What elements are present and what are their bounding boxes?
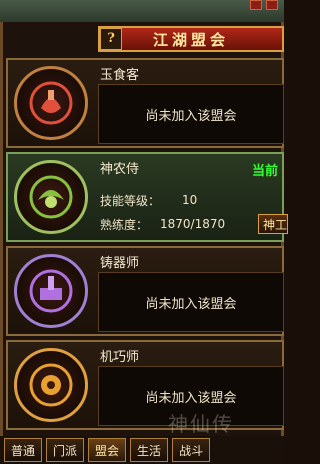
skill-button[interactable]: 神工 xyxy=(258,214,288,234)
skill-level-row: 技能等级： 10 xyxy=(100,188,225,212)
top-strip xyxy=(0,0,284,22)
current-guild-badge: 当前 xyxy=(251,164,278,179)
tab-normal[interactable]: 普通 xyxy=(4,438,43,462)
guild-card-zhuqishi[interactable]: 铸器师 尚未加入该盟会 xyxy=(6,246,284,336)
window-title: 江湖盟会 xyxy=(152,30,229,49)
guild-status: 尚未加入该盟会 xyxy=(145,296,237,312)
guild-status-box: 尚未加入该盟会 xyxy=(98,84,284,144)
chat-tabs: 普通 门派 盟会 生活 战斗 xyxy=(0,436,284,464)
tab-sect[interactable]: 门派 xyxy=(46,438,85,462)
forge-emblem-icon xyxy=(14,254,88,328)
watermark: 神仙传 xyxy=(168,412,234,436)
proficiency-row: 熟练度： 1870/1870 xyxy=(100,212,225,236)
help-button[interactable]: ? xyxy=(100,28,122,50)
guild-card-jiqiaoshi[interactable]: 机巧师 尚未加入该盟会 xyxy=(6,340,284,430)
guild-name: 神农侍 xyxy=(100,162,140,177)
title-bar: 江湖盟会 xyxy=(98,26,284,52)
close-button[interactable] xyxy=(266,0,278,10)
tab-guild[interactable]: 盟会 xyxy=(88,438,127,462)
skill-level-label: 技能等级： xyxy=(100,193,161,208)
proficiency-value: 1870/1870 xyxy=(160,217,226,231)
tab-battle[interactable]: 战斗 xyxy=(172,438,211,462)
skill-stats: 技能等级： 10 熟练度： 1870/1870 xyxy=(100,188,225,236)
guild-card-yushike[interactable]: 玉食客 尚未加入该盟会 xyxy=(6,58,284,148)
tab-life[interactable]: 生活 xyxy=(130,438,169,462)
gear-emblem-icon xyxy=(14,348,88,422)
guild-name: 机巧师 xyxy=(100,350,140,365)
skill-level-value: 10 xyxy=(182,193,198,207)
minimize-button[interactable] xyxy=(250,0,262,10)
herb-emblem-icon xyxy=(14,160,88,234)
guild-status: 尚未加入该盟会 xyxy=(145,108,237,124)
guild-name: 铸器师 xyxy=(100,256,140,271)
window-controls xyxy=(250,0,278,10)
guild-name: 玉食客 xyxy=(100,68,140,83)
guild-card-shennongshi[interactable]: 神农侍 当前 技能等级： 10 熟练度： 1870/1870 神工 xyxy=(6,152,288,242)
proficiency-label: 熟练度： xyxy=(100,217,149,232)
chef-emblem-icon xyxy=(14,66,88,140)
guild-status-box: 尚未加入该盟会 xyxy=(98,272,284,332)
guild-status: 尚未加入该盟会 xyxy=(145,390,237,406)
